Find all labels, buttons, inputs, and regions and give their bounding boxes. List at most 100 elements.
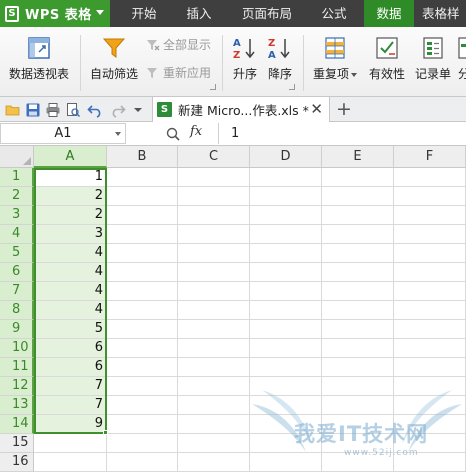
row-header[interactable]: 11 — [0, 358, 34, 377]
cell-a2[interactable]: 2 — [34, 187, 107, 206]
cell-f8[interactable] — [394, 301, 466, 320]
cell-c7[interactable] — [178, 282, 250, 301]
cell-f3[interactable] — [394, 206, 466, 225]
cell-d4[interactable] — [250, 225, 322, 244]
cell-c3[interactable] — [178, 206, 250, 225]
cell-d10[interactable] — [250, 339, 322, 358]
cell-d8[interactable] — [250, 301, 322, 320]
cell-e10[interactable] — [322, 339, 394, 358]
cell-c5[interactable] — [178, 244, 250, 263]
cell-f14[interactable] — [394, 415, 466, 434]
cell-b10[interactable] — [107, 339, 178, 358]
row-header[interactable]: 8 — [0, 301, 34, 320]
cell-b6[interactable] — [107, 263, 178, 282]
row-header[interactable]: 5 — [0, 244, 34, 263]
cell-a5[interactable]: 4 — [34, 244, 107, 263]
cell-e4[interactable] — [322, 225, 394, 244]
cell-f5[interactable] — [394, 244, 466, 263]
cell-f7[interactable] — [394, 282, 466, 301]
autofilter-button[interactable]: 自动筛选 — [88, 36, 140, 82]
formula-input[interactable]: 1 — [218, 123, 466, 144]
column-header-d[interactable]: D — [250, 146, 322, 168]
cell-a11[interactable]: 6 — [34, 358, 107, 377]
cell-e11[interactable] — [322, 358, 394, 377]
cell-f11[interactable] — [394, 358, 466, 377]
cell-d13[interactable] — [250, 396, 322, 415]
cell-a6[interactable]: 4 — [34, 263, 107, 282]
cell-c8[interactable] — [178, 301, 250, 320]
cell-d12[interactable] — [250, 377, 322, 396]
cell-a13[interactable]: 7 — [34, 396, 107, 415]
app-menu-button[interactable]: S WPS 表格 — [0, 0, 110, 27]
cell-e9[interactable] — [322, 320, 394, 339]
cell-b13[interactable] — [107, 396, 178, 415]
cell-e5[interactable] — [322, 244, 394, 263]
show-all-button[interactable]: 全部显示 — [146, 36, 211, 53]
cell-d16[interactable] — [250, 453, 322, 472]
cell-c16[interactable] — [178, 453, 250, 472]
cell-a9[interactable]: 5 — [34, 320, 107, 339]
zoom-search-icon[interactable] — [166, 127, 180, 141]
cell-d11[interactable] — [250, 358, 322, 377]
tab-insert[interactable]: 插入 — [178, 0, 220, 27]
tab-table-style[interactable]: 表格样 — [422, 0, 466, 27]
cell-c2[interactable] — [178, 187, 250, 206]
cell-c9[interactable] — [178, 320, 250, 339]
cell-a10[interactable]: 6 — [34, 339, 107, 358]
cell-b12[interactable] — [107, 377, 178, 396]
tab-formulas[interactable]: 公式 — [312, 0, 356, 27]
cell-b3[interactable] — [107, 206, 178, 225]
cell-f2[interactable] — [394, 187, 466, 206]
record-form-button[interactable]: 记录单 — [412, 36, 454, 82]
cell-c4[interactable] — [178, 225, 250, 244]
tab-home[interactable]: 开始 — [123, 0, 165, 27]
cell-d1[interactable] — [250, 168, 322, 187]
cell-e14[interactable] — [322, 415, 394, 434]
save-icon[interactable] — [25, 102, 41, 118]
column-header-c[interactable]: C — [178, 146, 250, 168]
cell-f13[interactable] — [394, 396, 466, 415]
sort-group-launcher-icon[interactable] — [289, 84, 295, 90]
cell-b15[interactable] — [107, 434, 178, 453]
fill-handle[interactable] — [103, 430, 108, 435]
cell-a12[interactable]: 7 — [34, 377, 107, 396]
chevron-down-icon[interactable] — [115, 132, 121, 136]
row-header[interactable]: 13 — [0, 396, 34, 415]
row-header[interactable]: 15 — [0, 434, 34, 453]
cell-d6[interactable] — [250, 263, 322, 282]
row-header[interactable]: 4 — [0, 225, 34, 244]
cell-b9[interactable] — [107, 320, 178, 339]
cell-e6[interactable] — [322, 263, 394, 282]
cell-a15[interactable] — [34, 434, 107, 453]
cell-d3[interactable] — [250, 206, 322, 225]
column-header-b[interactable]: B — [107, 146, 178, 168]
cell-a3[interactable]: 2 — [34, 206, 107, 225]
cell-a7[interactable]: 4 — [34, 282, 107, 301]
cell-f10[interactable] — [394, 339, 466, 358]
cell-f15[interactable] — [394, 434, 466, 453]
cell-d9[interactable] — [250, 320, 322, 339]
cell-b8[interactable] — [107, 301, 178, 320]
cell-e7[interactable] — [322, 282, 394, 301]
cell-f6[interactable] — [394, 263, 466, 282]
cell-b2[interactable] — [107, 187, 178, 206]
cell-f1[interactable] — [394, 168, 466, 187]
split-button[interactable]: 分 — [458, 36, 466, 82]
cell-d7[interactable] — [250, 282, 322, 301]
name-box[interactable]: A1 — [0, 123, 126, 144]
cell-d14[interactable] — [250, 415, 322, 434]
row-header[interactable]: 9 — [0, 320, 34, 339]
filter-group-launcher-icon[interactable] — [210, 84, 216, 90]
cell-a14[interactable]: 9 — [34, 415, 107, 434]
redo-icon[interactable] — [110, 102, 126, 118]
customize-dropdown-icon[interactable] — [133, 105, 143, 115]
document-tab[interactable]: S 新建 Micro...作表.xls * ✕ — [152, 97, 330, 122]
insert-function-icon[interactable]: fx — [190, 124, 202, 139]
cell-b4[interactable] — [107, 225, 178, 244]
new-tab-plus-icon[interactable]: + — [336, 98, 352, 120]
print-icon[interactable] — [45, 102, 61, 118]
cell-c13[interactable] — [178, 396, 250, 415]
cell-f4[interactable] — [394, 225, 466, 244]
cell-b14[interactable] — [107, 415, 178, 434]
cell-e13[interactable] — [322, 396, 394, 415]
